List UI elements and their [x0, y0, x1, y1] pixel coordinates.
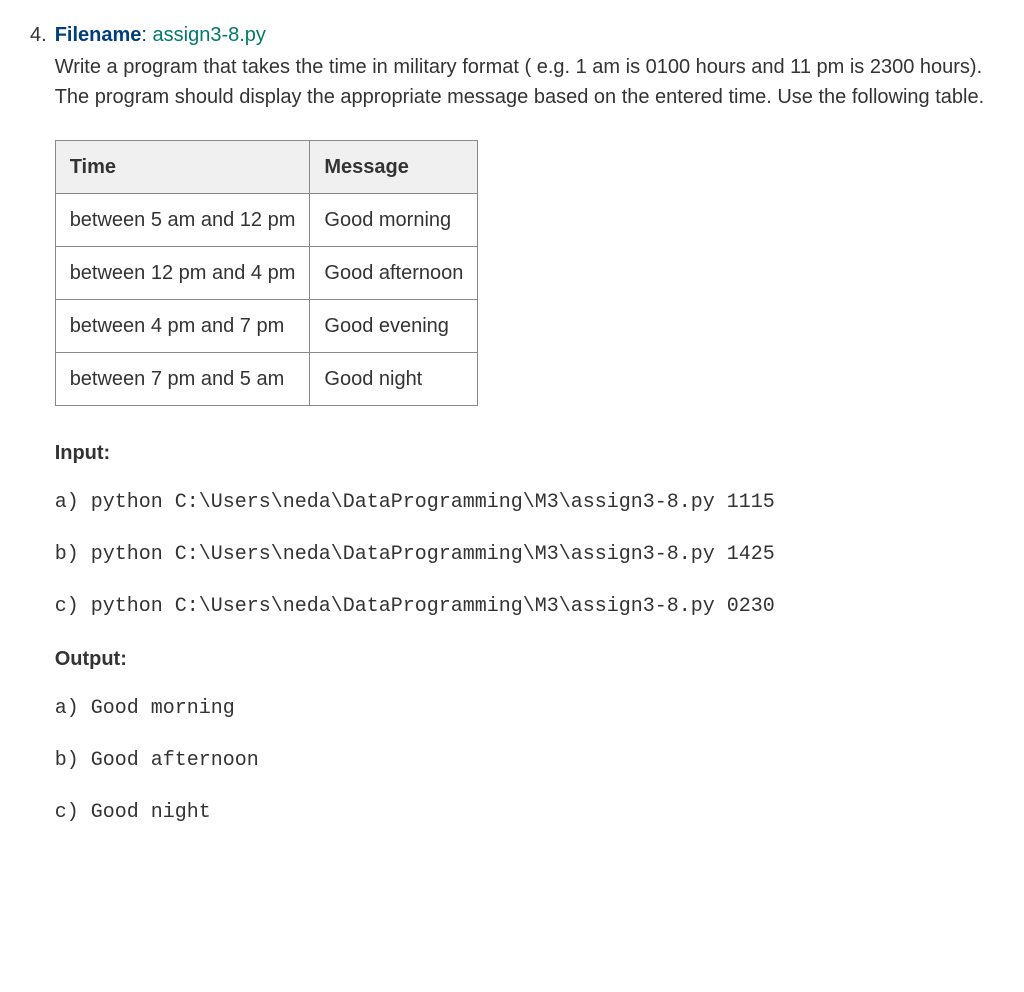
filename-label: Filename [55, 24, 142, 46]
table-cell-message: Good night [310, 353, 478, 406]
table-cell-message: Good evening [310, 300, 478, 353]
problem-container: 4. Filename: assign3-8.py Write a progra… [30, 20, 994, 850]
problem-description: Write a program that takes the time in m… [55, 52, 994, 112]
input-line: b) python C:\Users\neda\DataProgramming\… [55, 540, 994, 570]
input-line: a) python C:\Users\neda\DataProgramming\… [55, 488, 994, 518]
filename-value: assign3-8.py [153, 24, 266, 46]
output-line: b) Good afternoon [55, 746, 994, 776]
table-row: between 5 am and 12 pm Good morning [55, 194, 478, 247]
output-line: a) Good morning [55, 694, 994, 724]
table-cell-message: Good afternoon [310, 247, 478, 300]
table-row: between 7 pm and 5 am Good night [55, 353, 478, 406]
table-row: between 12 pm and 4 pm Good afternoon [55, 247, 478, 300]
problem-body: Filename: assign3-8.py Write a program t… [55, 20, 994, 850]
table-cell-time: between 4 pm and 7 pm [55, 300, 310, 353]
time-message-table: Time Message between 5 am and 12 pm Good… [55, 140, 479, 406]
problem-number: 4. [30, 20, 47, 50]
table-cell-time: between 7 pm and 5 am [55, 353, 310, 406]
table-header-time: Time [55, 141, 310, 194]
filename-colon: : [141, 24, 152, 46]
input-heading: Input: [55, 438, 994, 468]
table-cell-message: Good morning [310, 194, 478, 247]
table-cell-time: between 5 am and 12 pm [55, 194, 310, 247]
table-row: between 4 pm and 7 pm Good evening [55, 300, 478, 353]
table-cell-time: between 12 pm and 4 pm [55, 247, 310, 300]
table-header-message: Message [310, 141, 478, 194]
output-line: c) Good night [55, 798, 994, 828]
table-header-row: Time Message [55, 141, 478, 194]
output-heading: Output: [55, 644, 994, 674]
input-line: c) python C:\Users\neda\DataProgramming\… [55, 592, 994, 622]
filename-line: Filename: assign3-8.py [55, 20, 994, 50]
